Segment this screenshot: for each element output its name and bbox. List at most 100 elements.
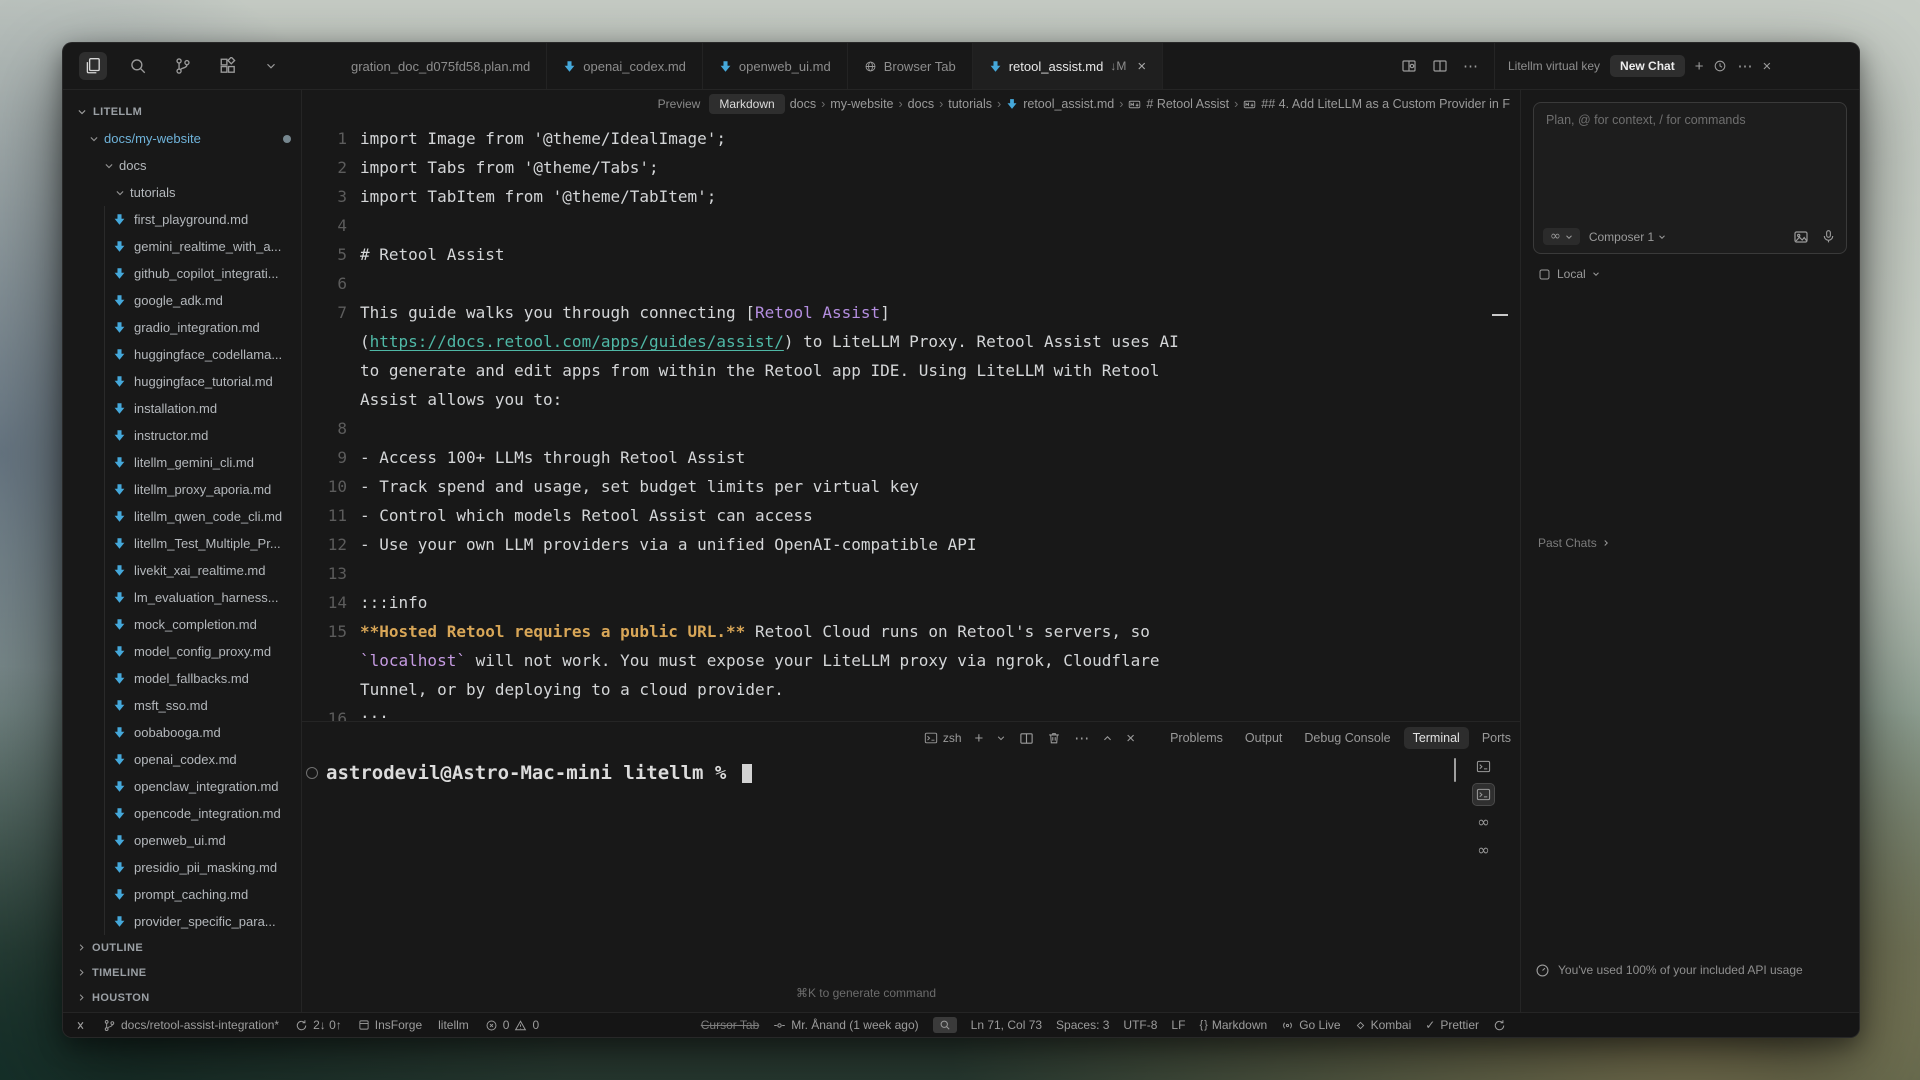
file-item[interactable]: gemini_realtime_with_a... — [63, 233, 301, 260]
reload-icon[interactable] — [1493, 1019, 1506, 1032]
more-actions-icon[interactable]: ⋯ — [1463, 59, 1478, 74]
panel-tab[interactable]: Ports — [1473, 727, 1520, 749]
file-item[interactable]: litellm_gemini_cli.md — [63, 449, 301, 476]
panel-tab[interactable]: Debug Console — [1295, 727, 1399, 749]
file-item[interactable]: huggingface_tutorial.md — [63, 368, 301, 395]
file-item[interactable]: first_playground.md — [63, 206, 301, 233]
git-branch-status[interactable]: docs/retool-assist-integration* — [103, 1018, 279, 1032]
editor-tab[interactable]: openai_codex.md — [547, 43, 703, 89]
chevron-up-icon[interactable] — [1102, 733, 1113, 744]
prettier-button[interactable]: ✓ Prettier — [1425, 1018, 1479, 1032]
image-icon[interactable] — [1793, 229, 1809, 245]
breadcrumb-item[interactable]: docs — [790, 97, 816, 111]
file-item[interactable]: livekit_xai_realtime.md — [63, 557, 301, 584]
markdown-button[interactable]: Markdown — [709, 94, 784, 114]
folder-docs[interactable]: docs — [63, 152, 301, 179]
workspace-root[interactable]: LITELLM — [63, 98, 301, 125]
file-item[interactable]: msft_sso.md — [63, 692, 301, 719]
command-decoration-icon[interactable] — [306, 767, 318, 779]
file-item[interactable]: openweb_ui.md — [63, 827, 301, 854]
terminal-scrollbar[interactable] — [1454, 758, 1456, 782]
file-item[interactable]: oobabooga.md — [63, 719, 301, 746]
code-editor[interactable]: 1import Image from '@theme/IdealImage';2… — [302, 118, 1520, 721]
file-item[interactable]: github_copilot_integrati... — [63, 260, 301, 287]
editor-tab[interactable]: openweb_ui.md — [703, 43, 848, 89]
terminal-body[interactable]: astrodevil@Astro-Mac-mini litellm % ⌘K t… — [302, 754, 1520, 1012]
search-icon[interactable] — [124, 52, 152, 80]
file-item[interactable]: prompt_caching.md — [63, 881, 301, 908]
editor-tab[interactable]: Browser Tab — [848, 43, 973, 89]
file-item[interactable]: google_adk.md — [63, 287, 301, 314]
breadcrumb-item[interactable]: › ## 4. Add LiteLLM as a Custom Provider… — [1234, 97, 1510, 111]
file-item[interactable]: litellm_Test_Multiple_Pr... — [63, 530, 301, 557]
new-terminal-icon[interactable]: + — [975, 731, 984, 746]
chevron-down-icon[interactable] — [996, 733, 1006, 743]
breadcrumb-item[interactable]: › my-website — [821, 97, 893, 111]
mic-icon[interactable] — [1821, 229, 1836, 244]
history-icon[interactable] — [1713, 59, 1727, 73]
file-item[interactable]: litellm_qwen_code_cli.md — [63, 503, 301, 530]
breadcrumb-item[interactable]: › # Retool Assist — [1119, 97, 1229, 111]
breadcrumb-item[interactable]: › docs — [899, 97, 935, 111]
file-item[interactable]: provider_specific_para... — [63, 908, 301, 935]
plus-icon[interactable]: + — [1695, 59, 1704, 74]
git-sync-status[interactable]: 2↓ 0↑ — [295, 1018, 342, 1032]
go-live-button[interactable]: Go Live — [1281, 1018, 1340, 1032]
file-item[interactable]: opencode_integration.md — [63, 800, 301, 827]
file-item[interactable]: litellm_proxy_aporia.md — [63, 476, 301, 503]
kombai-button[interactable]: Kombai — [1355, 1018, 1412, 1032]
agent-terminal-icon[interactable]: ∞ — [1474, 812, 1493, 833]
split-editor-icon[interactable] — [1432, 58, 1448, 74]
past-chats[interactable]: Past Chats — [1538, 536, 1610, 550]
file-item[interactable]: lm_evaluation_harness... — [63, 584, 301, 611]
eol-selector[interactable]: LF — [1171, 1018, 1185, 1032]
open-changes-icon[interactable] — [1401, 58, 1417, 74]
source-control-icon[interactable] — [169, 52, 197, 80]
litellm-status[interactable]: litellm — [438, 1018, 469, 1032]
editor-tab[interactable]: gration_doc_d075fd58.plan.md — [335, 43, 547, 89]
file-item[interactable]: presidio_pii_masking.md — [63, 854, 301, 881]
file-item[interactable]: model_fallbacks.md — [63, 665, 301, 692]
sidebar-section-header[interactable]: HOUSTON — [63, 985, 301, 1010]
insforge-status[interactable]: InsForge — [358, 1018, 422, 1032]
file-item[interactable]: gradio_integration.md — [63, 314, 301, 341]
mode-selector-local[interactable]: Local — [1538, 267, 1859, 281]
remote-indicator-icon[interactable] — [74, 1019, 87, 1032]
trash-icon[interactable] — [1047, 731, 1061, 745]
file-item[interactable]: model_config_proxy.md — [63, 638, 301, 665]
close-panel-icon[interactable]: × — [1126, 731, 1135, 746]
preview-button[interactable]: Preview — [658, 97, 701, 111]
chat-composer[interactable]: Plan, @ for context, / for commands ∞ Co… — [1533, 102, 1847, 254]
more-icon[interactable]: ⋯ — [1074, 731, 1089, 746]
breadcrumb-item[interactable]: › tutorials — [939, 97, 992, 111]
close-icon[interactable]: × — [1137, 59, 1146, 74]
cursor-position[interactable]: Ln 71, Col 73 — [971, 1018, 1042, 1032]
terminal-session-icon[interactable] — [1473, 756, 1494, 777]
indentation[interactable]: Spaces: 3 — [1056, 1018, 1109, 1032]
panel-tab[interactable]: Terminal — [1404, 727, 1469, 749]
sidebar-section-header[interactable]: OUTLINE — [63, 935, 301, 960]
sidebar-section-header[interactable]: TIMELINE — [63, 960, 301, 985]
extensions-icon[interactable] — [214, 52, 242, 80]
scrollbar-marker[interactable] — [1492, 314, 1508, 316]
file-item[interactable]: instructor.md — [63, 422, 301, 449]
file-item[interactable]: openai_codex.md — [63, 746, 301, 773]
encoding[interactable]: UTF-8 — [1123, 1018, 1157, 1032]
problems-status[interactable]: 0 0 — [485, 1018, 539, 1032]
more-icon[interactable]: ⋯ — [1737, 59, 1752, 74]
folder-tutorials[interactable]: tutorials — [63, 179, 301, 206]
chat-tab-virtual-key[interactable]: Litellm virtual key — [1508, 59, 1600, 73]
file-item[interactable]: huggingface_codellama... — [63, 341, 301, 368]
panel-tab[interactable]: Output — [1236, 727, 1292, 749]
file-item[interactable]: installation.md — [63, 395, 301, 422]
file-item[interactable]: mock_completion.md — [63, 611, 301, 638]
panel-tab[interactable]: Problems — [1161, 727, 1232, 749]
chevron-down-icon[interactable] — [259, 54, 283, 78]
file-item[interactable]: openclaw_integration.md — [63, 773, 301, 800]
folder-docs-my-website[interactable]: docs/my-website — [63, 125, 301, 152]
git-blame[interactable]: Mr. Ånand (1 week ago) — [773, 1018, 918, 1032]
close-panel-icon[interactable]: × — [1762, 59, 1771, 74]
split-terminal-icon[interactable] — [1019, 731, 1034, 746]
cursor-tab-toggle[interactable]: Cursor Tab — [701, 1018, 759, 1032]
terminal-session-icon-active[interactable] — [1473, 784, 1494, 805]
